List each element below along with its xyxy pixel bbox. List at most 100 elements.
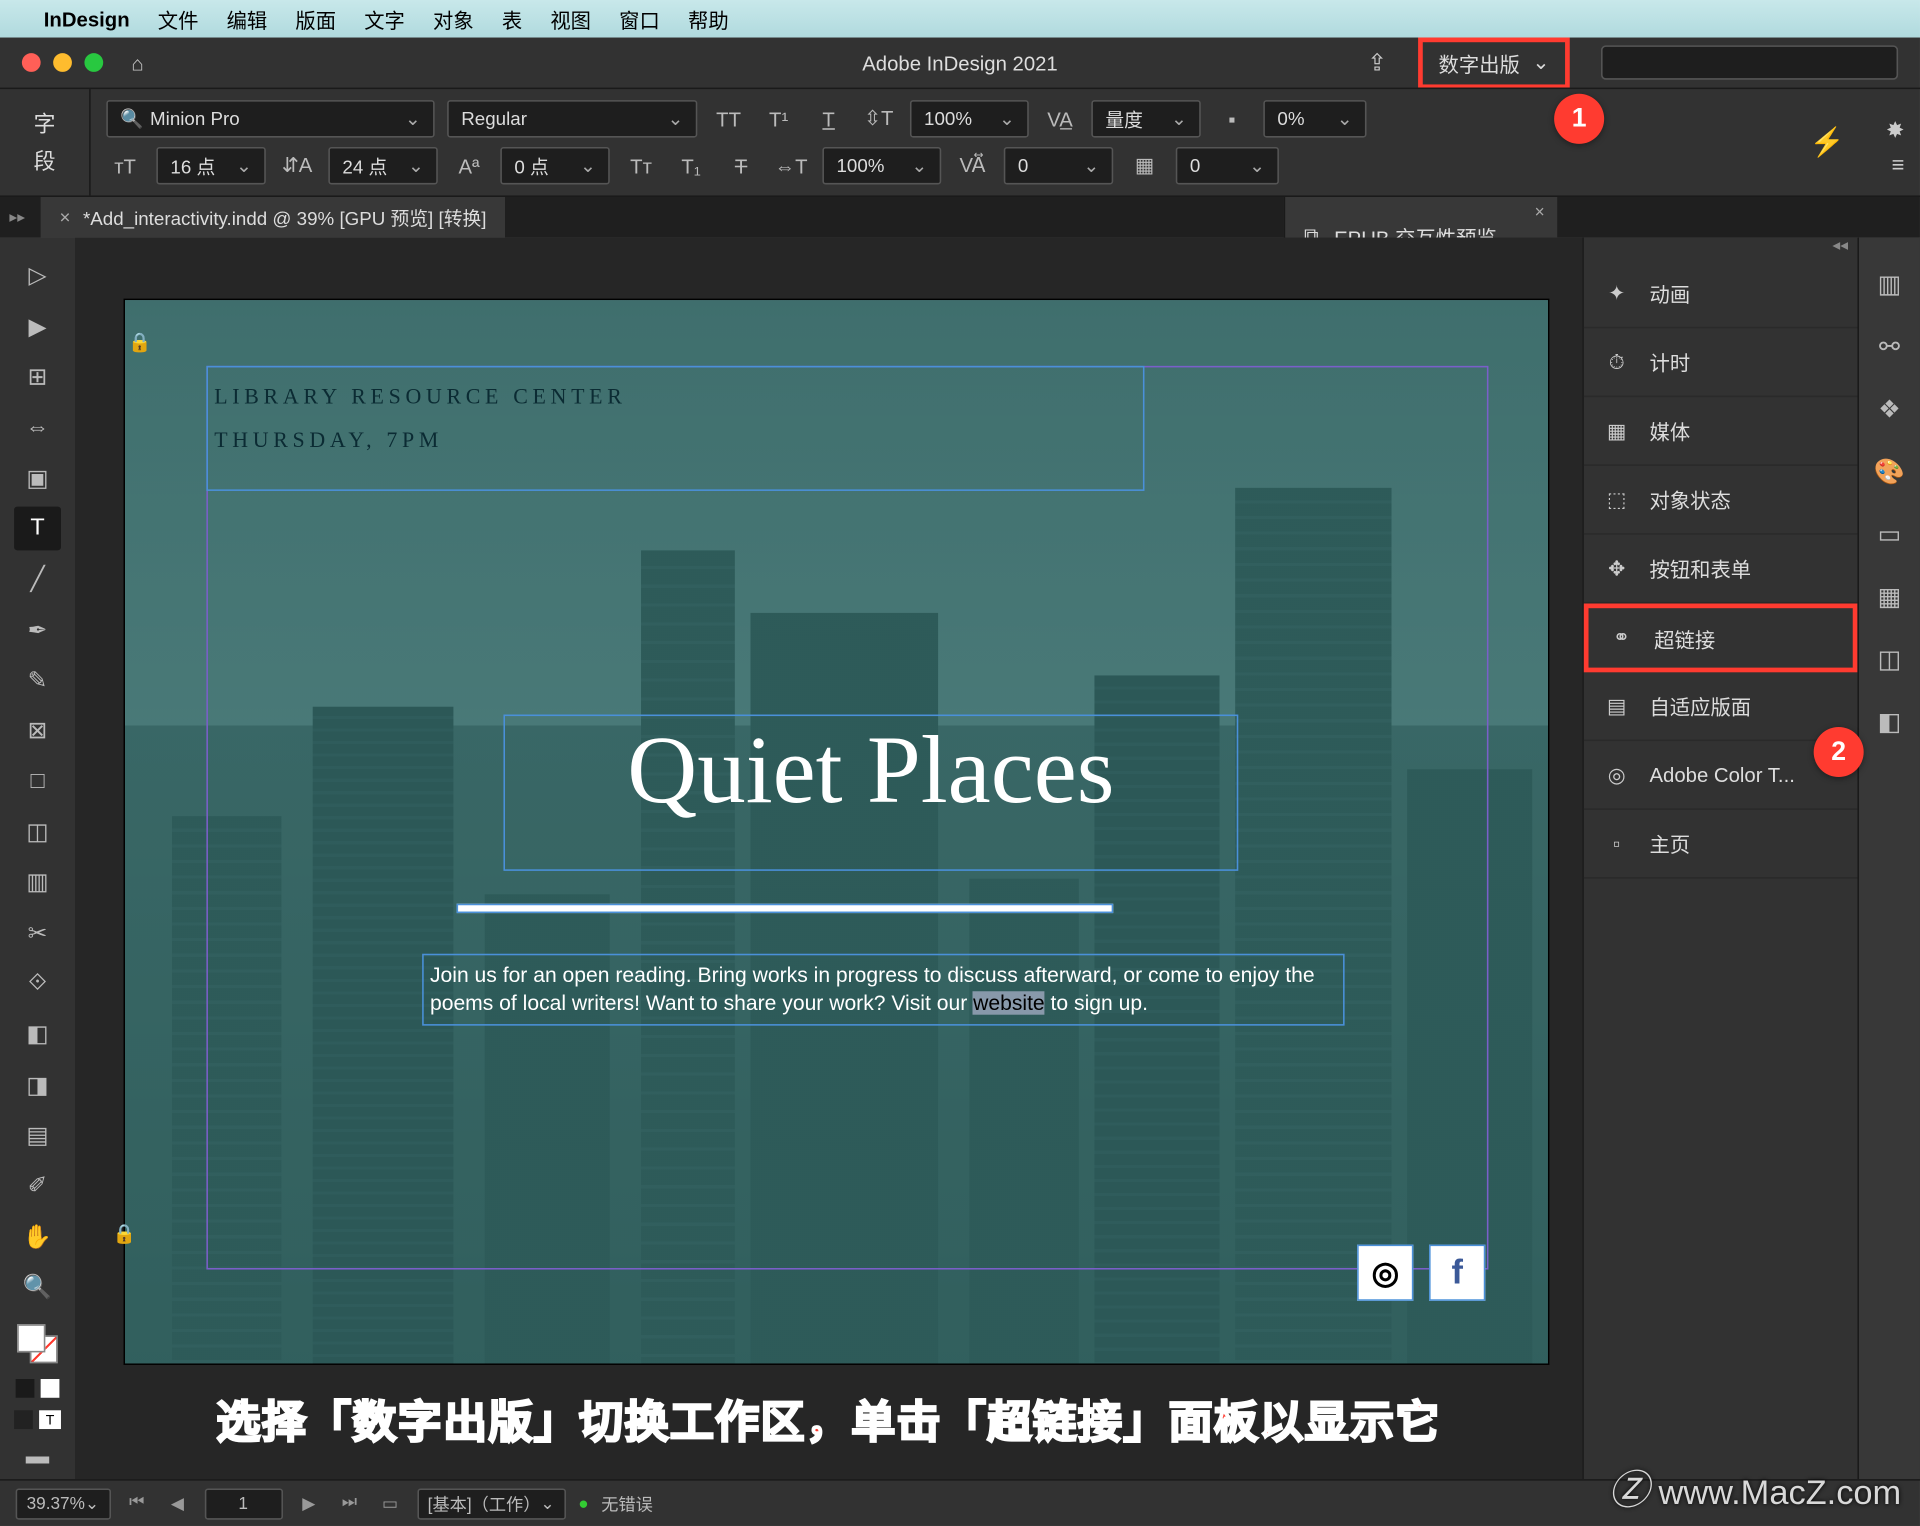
rectangle-frame-tool[interactable]: ⊠ <box>14 708 61 752</box>
line-tool[interactable]: ╱ <box>14 557 61 601</box>
rectangle-tool[interactable]: □ <box>14 759 61 803</box>
close-button[interactable] <box>22 53 41 72</box>
title-text-frame[interactable]: Quiet Places <box>503 715 1238 871</box>
kerning-field[interactable]: 量度 <box>1091 100 1200 138</box>
strike-icon[interactable]: T <box>722 147 760 185</box>
font-size-field[interactable]: 16 点 <box>156 147 265 185</box>
facebook-icon[interactable]: f <box>1429 1245 1485 1301</box>
tracking-field[interactable]: 0 <box>1004 147 1113 185</box>
superscript-icon[interactable]: T¹ <box>760 100 798 138</box>
font-style-dropdown[interactable]: Regular <box>447 100 697 138</box>
document-tab[interactable]: × *Add_interactivity.indd @ 39% [GPU 预览]… <box>41 197 505 238</box>
page-tool[interactable]: ⊞ <box>14 354 61 398</box>
direct-selection-tool[interactable]: ▶ <box>14 304 61 348</box>
maximize-button[interactable] <box>84 53 103 72</box>
fill-stroke-swatch[interactable] <box>17 1325 58 1363</box>
hscale-field[interactable]: 100% <box>822 147 941 185</box>
app-name[interactable]: InDesign <box>44 7 130 30</box>
gradient-feather-tool[interactable]: ◨ <box>14 1062 61 1106</box>
eyedropper-tool[interactable]: ✐ <box>14 1164 61 1208</box>
subscript-icon[interactable]: T₁ <box>672 147 710 185</box>
last-page-button[interactable]: ⏭ <box>335 1489 363 1517</box>
prev-page-button[interactable]: ◀ <box>163 1489 191 1517</box>
menu-type[interactable]: 文字 <box>364 4 405 34</box>
close-panel-icon[interactable]: × <box>1535 203 1545 222</box>
panel-pages[interactable]: ▫主页 <box>1584 810 1858 879</box>
lightning-icon[interactable]: ⚡ <box>1810 127 1845 160</box>
leading-field[interactable]: 24 点 <box>328 147 437 185</box>
ellipse-tool[interactable]: ◫ <box>14 810 61 854</box>
layer-field[interactable]: [基本]（工作） ⌄ <box>417 1488 566 1519</box>
instagram-icon[interactable]: ◎ <box>1357 1245 1413 1301</box>
cc-libs-strip-icon[interactable]: ◫ <box>1878 644 1902 675</box>
share-icon[interactable]: ⇪ <box>1367 48 1387 76</box>
body-text-frame[interactable]: Join us for an open reading. Bring works… <box>422 954 1344 1027</box>
menu-window[interactable]: 窗口 <box>619 4 660 34</box>
spread-button[interactable]: ▭ <box>376 1489 404 1517</box>
underline-icon[interactable]: T <box>810 100 848 138</box>
zoom-tool[interactable]: 🔍 <box>14 1265 61 1309</box>
view-mode-preview[interactable]: T <box>39 1410 61 1429</box>
apply-color[interactable] <box>16 1379 35 1398</box>
free-transform-tool[interactable]: ⟐ <box>14 961 61 1005</box>
workspace-dropdown[interactable]: 数字出版 ⌄ <box>1418 37 1570 89</box>
links-strip-icon[interactable]: ⚯ <box>1879 331 1900 362</box>
pen-tool[interactable]: ✒ <box>14 607 61 651</box>
pencil-tool[interactable]: ✎ <box>14 658 61 702</box>
screen-mode[interactable]: ▬ <box>14 1435 61 1479</box>
home-icon[interactable]: ⌂ <box>131 51 143 74</box>
expand-left-icon[interactable]: ▸▸ <box>9 209 25 226</box>
type-tool[interactable]: T <box>14 506 61 550</box>
panel-object-states[interactable]: ⬚对象状态 <box>1584 466 1858 535</box>
header-text-frame[interactable]: LIBRARY RESOURCE CENTER THURSDAY, 7PM <box>206 366 1144 491</box>
search-input[interactable] <box>1601 45 1898 79</box>
vscale-field[interactable]: 100% <box>910 100 1029 138</box>
panel-hyperlinks[interactable]: ⚭超链接 <box>1584 604 1858 673</box>
divider-rule[interactable] <box>457 904 1114 913</box>
menu-table[interactable]: 表 <box>502 4 522 34</box>
apply-none[interactable] <box>41 1379 60 1398</box>
selection-tool[interactable]: ▷ <box>14 253 61 297</box>
zoom-field[interactable]: 39.37% ⌄ <box>16 1488 111 1519</box>
menu-object[interactable]: 对象 <box>433 4 474 34</box>
panel-timing[interactable]: ⏱计时 <box>1584 328 1858 397</box>
menu-edit[interactable]: 编辑 <box>227 4 268 34</box>
color-strip-icon[interactable]: 🎨 <box>1874 457 1905 488</box>
close-tab-icon[interactable]: × <box>59 206 70 228</box>
swatches-strip-icon[interactable]: ▦ <box>1878 582 1902 613</box>
minimize-button[interactable] <box>53 53 72 72</box>
stroke-strip-icon[interactable]: ▭ <box>1878 519 1902 550</box>
content-collector-tool[interactable]: ▣ <box>14 456 61 500</box>
hand-tool[interactable]: ✋ <box>14 1214 61 1258</box>
canvas[interactable]: 🔒 LIBRARY RESOURCE CENTER THURSDAY, 7PM … <box>75 238 1582 1479</box>
pct-field[interactable]: 0% <box>1263 100 1366 138</box>
menu-help[interactable]: 帮助 <box>688 4 729 34</box>
font-family-dropdown[interactable]: 🔍Minion Pro <box>106 100 434 138</box>
polygon-tool[interactable]: ▥ <box>14 860 61 904</box>
pages-strip-icon[interactable]: ▥ <box>1878 269 1902 300</box>
menu-view[interactable]: 视图 <box>550 4 591 34</box>
allcaps-icon[interactable]: TT <box>710 100 748 138</box>
smallcaps-icon[interactable]: Tᴛ <box>622 147 660 185</box>
gradient-swatch-tool[interactable]: ◧ <box>14 1012 61 1056</box>
panel-media[interactable]: ▦媒体 <box>1584 397 1858 466</box>
grid-field[interactable]: 0 <box>1176 147 1279 185</box>
menu-file[interactable]: 文件 <box>158 4 199 34</box>
page-field[interactable]: 1 <box>204 1488 282 1519</box>
panel-animation[interactable]: ✦动画 <box>1584 260 1858 329</box>
panel-menu-icon[interactable]: ≡ <box>1892 152 1905 177</box>
first-page-button[interactable]: ⏮ <box>123 1489 151 1517</box>
note-tool[interactable]: ▤ <box>14 1113 61 1157</box>
collapse-panels-icon[interactable]: ◂◂ <box>1584 238 1858 260</box>
gap-tool[interactable]: ⇔ <box>14 405 61 449</box>
shift-field[interactable]: 0 点 <box>500 147 609 185</box>
gear-icon[interactable]: ✸ <box>1886 117 1904 144</box>
char-mode[interactable]: 字 <box>34 108 56 139</box>
gradient-strip-icon[interactable]: ◧ <box>1878 707 1902 738</box>
menu-layout[interactable]: 版面 <box>295 4 336 34</box>
scissors-tool[interactable]: ✂ <box>14 911 61 955</box>
para-mode[interactable]: 段 <box>34 145 56 176</box>
preflight-label[interactable]: 无错误 <box>601 1491 653 1516</box>
panel-buttons-forms[interactable]: ✥按钮和表单 <box>1584 535 1858 604</box>
layers-strip-icon[interactable]: ❖ <box>1878 394 1900 425</box>
